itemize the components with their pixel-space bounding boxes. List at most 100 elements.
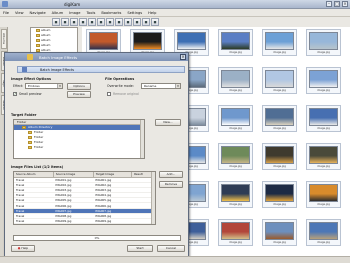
add-images-button[interactable]: Add... — [159, 171, 183, 178]
thumbnail[interactable]: image.jpg — [262, 105, 297, 132]
folder-scrollbar[interactable] — [140, 120, 144, 158]
thumbnail-image — [309, 146, 338, 164]
dialog-close-button[interactable]: × — [180, 54, 186, 60]
dialog-header-text: Batch Image Effects — [40, 68, 75, 72]
thumbnail[interactable]: image.jpg — [218, 219, 253, 246]
progress-bar: 0% — [13, 235, 181, 241]
thumbnail[interactable]: image.jpg — [306, 29, 341, 56]
maximize-button[interactable]: □ — [334, 1, 340, 7]
thumbnail[interactable]: image.jpg — [218, 105, 253, 132]
fullscreen-button[interactable]: ■ — [133, 18, 141, 26]
target-folder-item[interactable]: Folder — [14, 145, 144, 150]
thumbnail-image — [309, 222, 338, 240]
zoom-out-icon: ■ — [126, 20, 130, 24]
menu-view[interactable]: View — [12, 9, 27, 15]
file-row[interactable]: Travel IMG009.jpg IMG009.jpg — [14, 218, 153, 224]
thumbnail[interactable]: image.jpg — [218, 29, 253, 56]
thumbnail[interactable]: image.jpg — [218, 143, 253, 170]
image-files-list: Source Album Source Image Target Image Resu… — [13, 171, 156, 225]
thumbnail-image — [309, 32, 338, 50]
file-list-scrollbar[interactable] — [151, 172, 155, 224]
thumbnail[interactable]: image.jpg — [306, 67, 341, 94]
new-folder-button[interactable]: New... — [155, 119, 181, 126]
thumbnail-caption: image.jpg — [317, 165, 330, 168]
thumbnail[interactable]: image.jpg — [306, 143, 341, 170]
sidebar-tab-albums[interactable]: Albums — [1, 29, 7, 49]
thumbnail-caption: image.jpg — [273, 241, 286, 244]
overwrite-mode-select[interactable]: Rename ▾ — [141, 83, 181, 89]
thumbnail-caption: image.jpg — [273, 203, 286, 206]
thumbnail-caption: image.jpg — [317, 203, 330, 206]
close-window-button[interactable]: × — [342, 1, 348, 7]
batch-button[interactable]: ■ — [151, 18, 159, 26]
album-tree-label: album — [41, 38, 51, 42]
dialog-title: Batch Image Effects — [39, 55, 78, 60]
folder-icon — [22, 125, 26, 129]
dialog-header: Batch Image Effects — [17, 66, 185, 73]
thumbnail[interactable]: image.jpg — [262, 219, 297, 246]
menu-settings[interactable]: Settings — [124, 9, 145, 15]
batch-effects-icon — [22, 67, 27, 72]
thumbnail[interactable]: image.jpg — [262, 29, 297, 56]
thumbnail-caption: image.jpg — [229, 241, 242, 244]
thumbnail[interactable]: image.jpg — [218, 181, 253, 208]
effect-select[interactable]: Emboss ▾ — [25, 83, 63, 89]
batch-icon: ■ — [153, 20, 157, 24]
menu-bookmarks[interactable]: Bookmarks — [98, 9, 124, 15]
help-button[interactable]: ● Help — [11, 245, 35, 252]
chevron-down-icon: ▾ — [57, 84, 62, 88]
thumbnail[interactable]: image.jpg — [262, 67, 297, 94]
small-preview-checkbox[interactable] — [13, 92, 17, 96]
remove-original-label: Remove original — [113, 92, 139, 96]
thumbnail[interactable]: image.jpg — [262, 143, 297, 170]
folder-icon — [28, 135, 32, 139]
thumbnail-caption: image.jpg — [229, 89, 242, 92]
slideshow-button[interactable]: ■ — [106, 18, 114, 26]
thumbnail[interactable]: image.jpg — [306, 105, 341, 132]
preview-button[interactable]: Preview — [67, 91, 91, 98]
thumbnail[interactable]: image.jpg — [306, 219, 341, 246]
minimize-button[interactable]: – — [326, 1, 332, 7]
thumbnail-image — [265, 70, 294, 88]
effect-select-value: Emboss — [28, 84, 40, 88]
thumbnail[interactable]: image.jpg — [218, 67, 253, 94]
dialog-app-icon — [27, 54, 33, 60]
target-folder-tree: Folder Album Directory Folder Folder Folder… — [13, 119, 145, 159]
album-new-icon: ■ — [54, 20, 58, 24]
thumbnail-image — [221, 70, 250, 88]
options-button[interactable]: Options — [67, 83, 91, 90]
album-new-button[interactable]: ■ — [52, 18, 60, 26]
thumbnail-image — [309, 108, 338, 126]
overwrite-mode-value: Rename — [144, 84, 157, 88]
window-title: digiKam — [64, 2, 81, 7]
image-view-button[interactable]: ■ — [70, 18, 78, 26]
menu-help[interactable]: Help — [145, 9, 159, 15]
remove-original-checkbox[interactable] — [107, 92, 111, 96]
cancel-button[interactable]: Cancel — [157, 245, 185, 252]
image-edit-button[interactable]: ■ — [79, 18, 87, 26]
small-preview-label: Small preview — [19, 92, 42, 96]
menu-album[interactable]: Album — [49, 9, 67, 15]
menu-tools[interactable]: Tools — [83, 9, 98, 15]
remove-images-button[interactable]: Remove — [159, 181, 183, 188]
image-lighttable-button[interactable]: ■ — [88, 18, 96, 26]
chevron-down-icon: ▾ — [175, 84, 180, 88]
camera-button[interactable]: ■ — [142, 18, 150, 26]
album-prop-button[interactable]: ■ — [61, 18, 69, 26]
thumbnail-image — [221, 32, 250, 50]
image-delete-button[interactable]: ■ — [97, 18, 105, 26]
thumbnail-caption: image.jpg — [317, 51, 330, 54]
menu-file[interactable]: File — [0, 9, 12, 15]
thumbnail[interactable]: image.jpg — [262, 181, 297, 208]
help-button-label: Help — [21, 246, 29, 250]
folder-icon — [36, 34, 40, 37]
thumbnail-caption: image.jpg — [317, 241, 330, 244]
thumbnail-caption: image.jpg — [273, 165, 286, 168]
zoom-out-button[interactable]: ■ — [124, 18, 132, 26]
menu-navigate[interactable]: Navigate — [27, 9, 49, 15]
thumbnail[interactable]: image.jpg — [306, 181, 341, 208]
zoom-in-button[interactable]: ■ — [115, 18, 123, 26]
thumbnail-image — [221, 108, 250, 126]
menu-image[interactable]: Image — [66, 9, 83, 15]
start-button[interactable]: Start — [127, 245, 153, 252]
